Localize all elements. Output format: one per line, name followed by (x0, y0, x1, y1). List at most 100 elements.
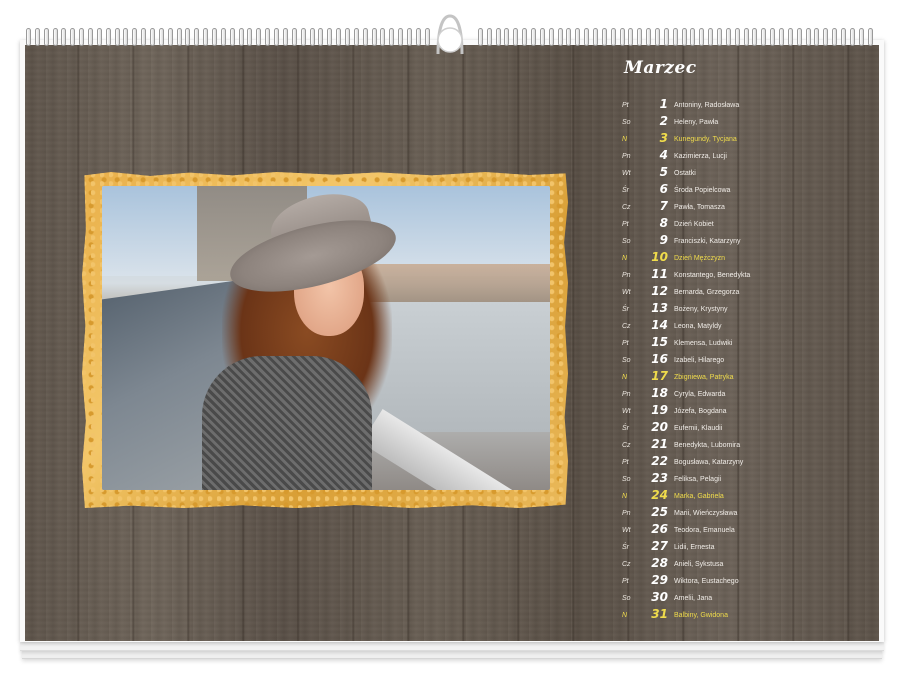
spiral-coil (522, 28, 528, 46)
day-of-week: So (622, 595, 631, 602)
spiral-coil (743, 28, 749, 46)
day-of-week: Śr (622, 425, 629, 432)
day-number: 5 (659, 165, 668, 179)
name-day: Dzień Mężczyzn (674, 255, 725, 262)
spiral-coil (787, 28, 793, 46)
spiral-coil (823, 28, 829, 46)
name-day: Lidii, Ernesta (674, 544, 715, 551)
day-of-week: Pn (622, 153, 631, 160)
spiral-coil (282, 28, 288, 46)
name-day: Anieli, Sykstusa (674, 561, 724, 568)
day-row: Pt 1 Antoniny, Radosława (622, 96, 782, 113)
day-row: Cz 14 Leona, Matyldy (622, 317, 782, 334)
day-of-week: So (622, 476, 631, 483)
spiral-coil (167, 28, 173, 46)
day-of-week: N (622, 493, 628, 500)
day-row: Wt 26 Teodora, Emanuela (622, 521, 782, 538)
day-number: 2 (659, 114, 668, 128)
spiral-coil (593, 28, 598, 46)
name-day: Eufemii, Klaudii (674, 425, 723, 432)
spiral-coil (539, 28, 545, 46)
day-row: N 10 Dzień Mężczyzn (622, 249, 782, 266)
spiral-coil (557, 28, 563, 46)
day-row: So 9 Franciszki, Katarzyny (622, 232, 782, 249)
calendar-sheet-stack (22, 650, 882, 659)
day-number: 23 (651, 471, 668, 485)
day-of-week: Pn (622, 510, 631, 517)
day-of-week: Pt (622, 459, 629, 466)
day-row: Pn 25 Marii, Wieńczysława (622, 504, 782, 521)
day-of-week: Wt (622, 408, 631, 415)
name-day: Zbigniewa, Patryka (674, 374, 734, 381)
day-number: 10 (651, 250, 668, 264)
name-day: Pawła, Tomasza (674, 204, 725, 211)
day-of-week: N (622, 612, 628, 619)
spiral-coil (601, 28, 607, 46)
day-row: Pt 8 Dzień Kobiet (622, 215, 782, 232)
name-day: Teodora, Emanuela (674, 527, 735, 534)
spiral-coil (619, 28, 625, 46)
spiral-coil (26, 28, 31, 46)
spiral-coil (832, 28, 838, 46)
spiral-coil (300, 28, 306, 46)
day-of-week: N (622, 255, 628, 262)
spiral-coil (637, 28, 643, 46)
day-of-week: Wt (622, 289, 631, 296)
spiral-coil (424, 28, 430, 46)
day-of-week: Pt (622, 102, 629, 109)
day-of-week: Śr (622, 544, 629, 551)
day-number: 9 (659, 233, 668, 247)
spiral-coil (530, 28, 536, 46)
spiral-coil (584, 28, 590, 46)
spiral-coil (274, 28, 280, 46)
day-number: 14 (651, 318, 668, 332)
spiral-coil (336, 28, 342, 46)
spiral-coil (220, 28, 226, 46)
spiral-coil (628, 28, 634, 46)
name-day: Feliksa, Pelagii (674, 476, 722, 483)
spiral-coil (663, 28, 669, 46)
spiral-coil (150, 28, 156, 46)
day-number: 29 (651, 573, 668, 587)
day-number: 28 (651, 556, 668, 570)
day-number: 6 (659, 182, 668, 196)
spiral-coil (717, 28, 723, 46)
day-of-week: Cz (622, 323, 631, 330)
day-number: 21 (651, 437, 668, 451)
day-row: Pt 29 Wiktora, Eustachego (622, 572, 782, 589)
day-of-week: Śr (622, 187, 629, 194)
day-of-week: So (622, 357, 631, 364)
spiral-coil (548, 28, 554, 46)
day-of-week: So (622, 238, 631, 245)
spiral-coil (486, 28, 492, 46)
spiral-coil (88, 28, 94, 46)
spiral-coil (256, 28, 262, 46)
name-day: Cyryla, Edwarda (674, 391, 726, 398)
name-day: Bożeny, Krystyny (674, 306, 728, 313)
day-row: Śr 6 Środa Popielcowa (622, 181, 782, 198)
spiral-coil (185, 28, 191, 46)
name-day: Ostatki (674, 170, 696, 177)
day-number: 27 (651, 539, 668, 553)
spiral-coil (61, 28, 67, 46)
day-number: 16 (651, 352, 668, 366)
spiral-coil (841, 28, 847, 46)
name-day: Amelii, Jana (674, 595, 713, 602)
day-row: N 3 Kunegundy, Tycjana (622, 130, 782, 147)
spiral-coil (141, 28, 147, 46)
spiral-coil (309, 28, 315, 46)
day-number: 3 (659, 131, 668, 145)
day-number: 7 (659, 199, 668, 213)
name-day: Marii, Wieńczysława (674, 510, 738, 517)
spiral-coil (575, 28, 581, 46)
spiral-coil (761, 28, 767, 46)
day-row: Wt 12 Bernarda, Grzegorza (622, 283, 782, 300)
spiral-coil (229, 28, 235, 46)
day-row: Pn 18 Cyryla, Edwarda (622, 385, 782, 402)
day-of-week: Pt (622, 221, 629, 228)
spiral-coil (114, 28, 120, 46)
spiral-coil (238, 28, 244, 46)
day-row: Cz 7 Pawła, Tomasza (622, 198, 782, 215)
spiral-coil (734, 28, 740, 46)
day-row: Śr 13 Bożeny, Krystyny (622, 300, 782, 317)
